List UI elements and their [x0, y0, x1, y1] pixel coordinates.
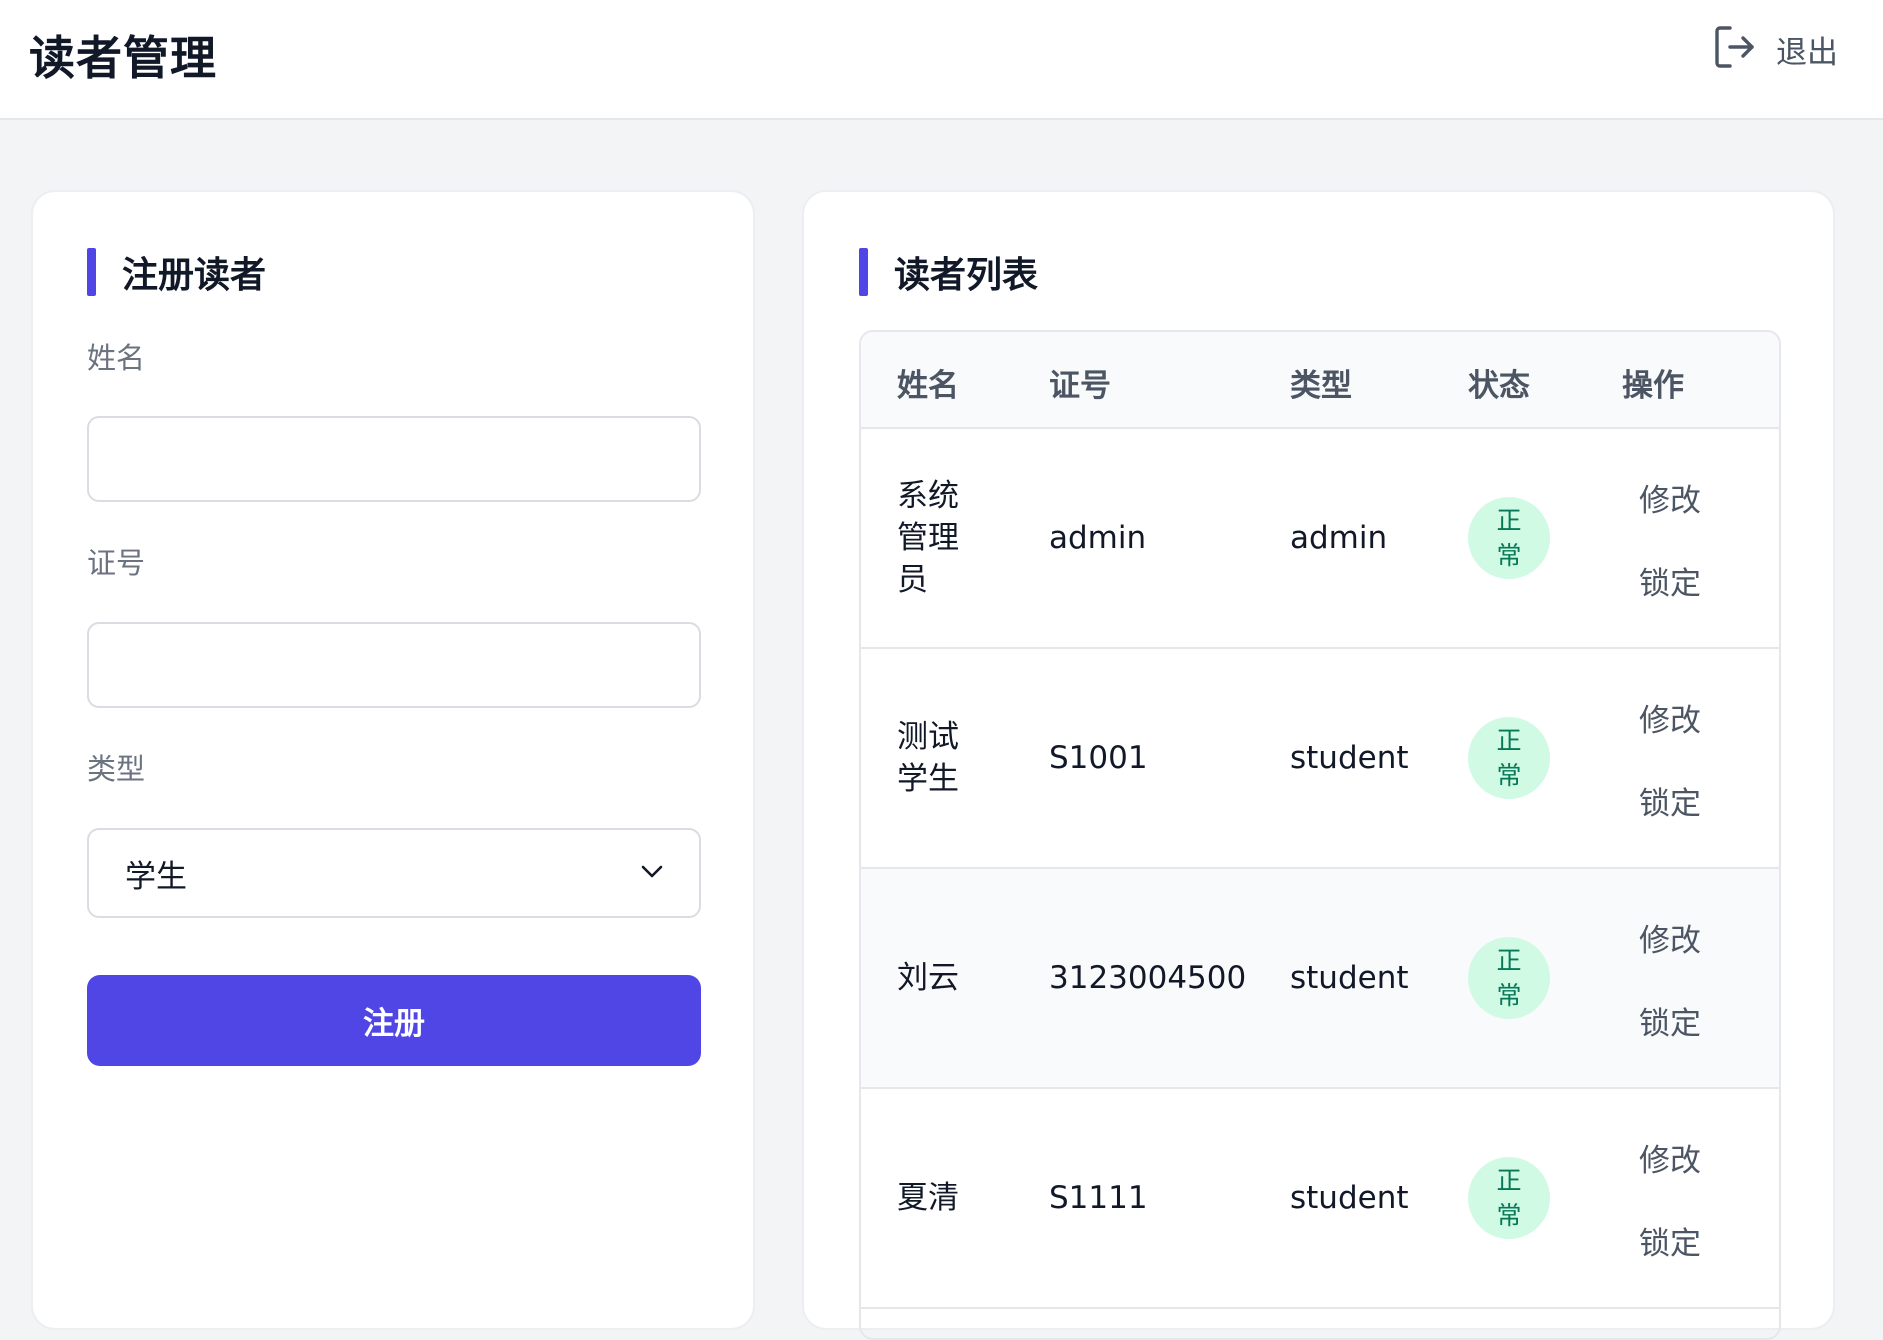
- reader-card-number: S1001: [1049, 740, 1148, 776]
- reader-name: 测试学生: [897, 719, 959, 797]
- column-header-name: 姓名: [897, 368, 959, 404]
- lock-button[interactable]: 锁定: [1639, 998, 1701, 1043]
- logout-button[interactable]: 退出: [1714, 24, 1838, 74]
- table-header: 姓名 证号 类型 状态 操作: [861, 332, 1779, 429]
- reader-card-number: S1111: [1049, 1180, 1148, 1216]
- reader-type: student: [1290, 740, 1409, 776]
- status-badge: 正常: [1468, 937, 1550, 1019]
- edit-button[interactable]: 修改: [1639, 1135, 1701, 1180]
- column-header-type: 类型: [1290, 368, 1352, 404]
- list-title: 读者列表: [859, 248, 1038, 296]
- reader-name: 系统管理员: [897, 478, 959, 598]
- edit-button[interactable]: 修改: [1639, 915, 1701, 960]
- table-row: 系统管理员 admin admin 正常 修改 锁定: [861, 429, 1779, 649]
- logout-label: 退出: [1776, 34, 1838, 71]
- reader-name: 刘云: [897, 960, 959, 996]
- register-title: 注册读者: [87, 248, 266, 296]
- type-select[interactable]: 学生: [87, 828, 701, 918]
- edit-button[interactable]: 修改: [1639, 695, 1701, 740]
- reader-card-number: admin: [1049, 520, 1147, 556]
- type-label: 类型: [87, 752, 146, 786]
- title-accent-bar: [859, 248, 868, 296]
- column-header-actions: 操作: [1622, 368, 1684, 404]
- lock-button[interactable]: 锁定: [1639, 1218, 1701, 1263]
- table-row: 测试学生 S1001 student 正常 修改 锁定: [861, 649, 1779, 869]
- reader-type: student: [1290, 960, 1409, 996]
- register-card: 注册读者 姓名 证号 类型 学生 注册: [31, 190, 755, 1330]
- list-title-text: 读者列表: [894, 255, 1039, 296]
- top-bar: 读者管理 退出: [0, 0, 1883, 120]
- card-label: 证号: [87, 546, 146, 580]
- title-accent-bar: [87, 248, 96, 296]
- name-input[interactable]: [87, 416, 701, 502]
- name-label: 姓名: [87, 341, 146, 375]
- reader-table: 姓名 证号 类型 状态 操作 系统管理员 admin admin 正常 修改 锁…: [859, 330, 1781, 1340]
- lock-button[interactable]: 锁定: [1639, 558, 1701, 603]
- lock-button[interactable]: 锁定: [1639, 778, 1701, 823]
- column-header-card: 证号: [1049, 368, 1111, 404]
- column-header-status: 状态: [1468, 368, 1530, 404]
- chevron-down-icon: [641, 864, 663, 883]
- reader-type: admin: [1290, 520, 1388, 556]
- register-title-text: 注册读者: [122, 255, 267, 296]
- reader-type: student: [1290, 1180, 1409, 1216]
- reader-card-number: 3123004500: [1049, 960, 1247, 996]
- edit-button[interactable]: 修改: [1639, 475, 1701, 520]
- card-number-input[interactable]: [87, 622, 701, 708]
- page-title: 读者管理: [29, 31, 217, 85]
- status-badge: 正常: [1468, 497, 1550, 579]
- status-badge: 正常: [1468, 1157, 1550, 1239]
- logout-icon: [1714, 25, 1756, 73]
- table-row: 刘云 3123004500 student 正常 修改 锁定: [861, 869, 1779, 1089]
- register-button[interactable]: 注册: [87, 975, 701, 1066]
- type-select-value: 学生: [125, 858, 187, 895]
- reader-list-card: 读者列表 姓名 证号 类型 状态 操作 系统管理员 admin admin 正常…: [802, 190, 1835, 1340]
- reader-name: 夏清: [897, 1180, 959, 1216]
- table-row: 夏清 S1111 student 正常 修改 锁定: [861, 1089, 1779, 1309]
- status-badge: 正常: [1468, 717, 1550, 799]
